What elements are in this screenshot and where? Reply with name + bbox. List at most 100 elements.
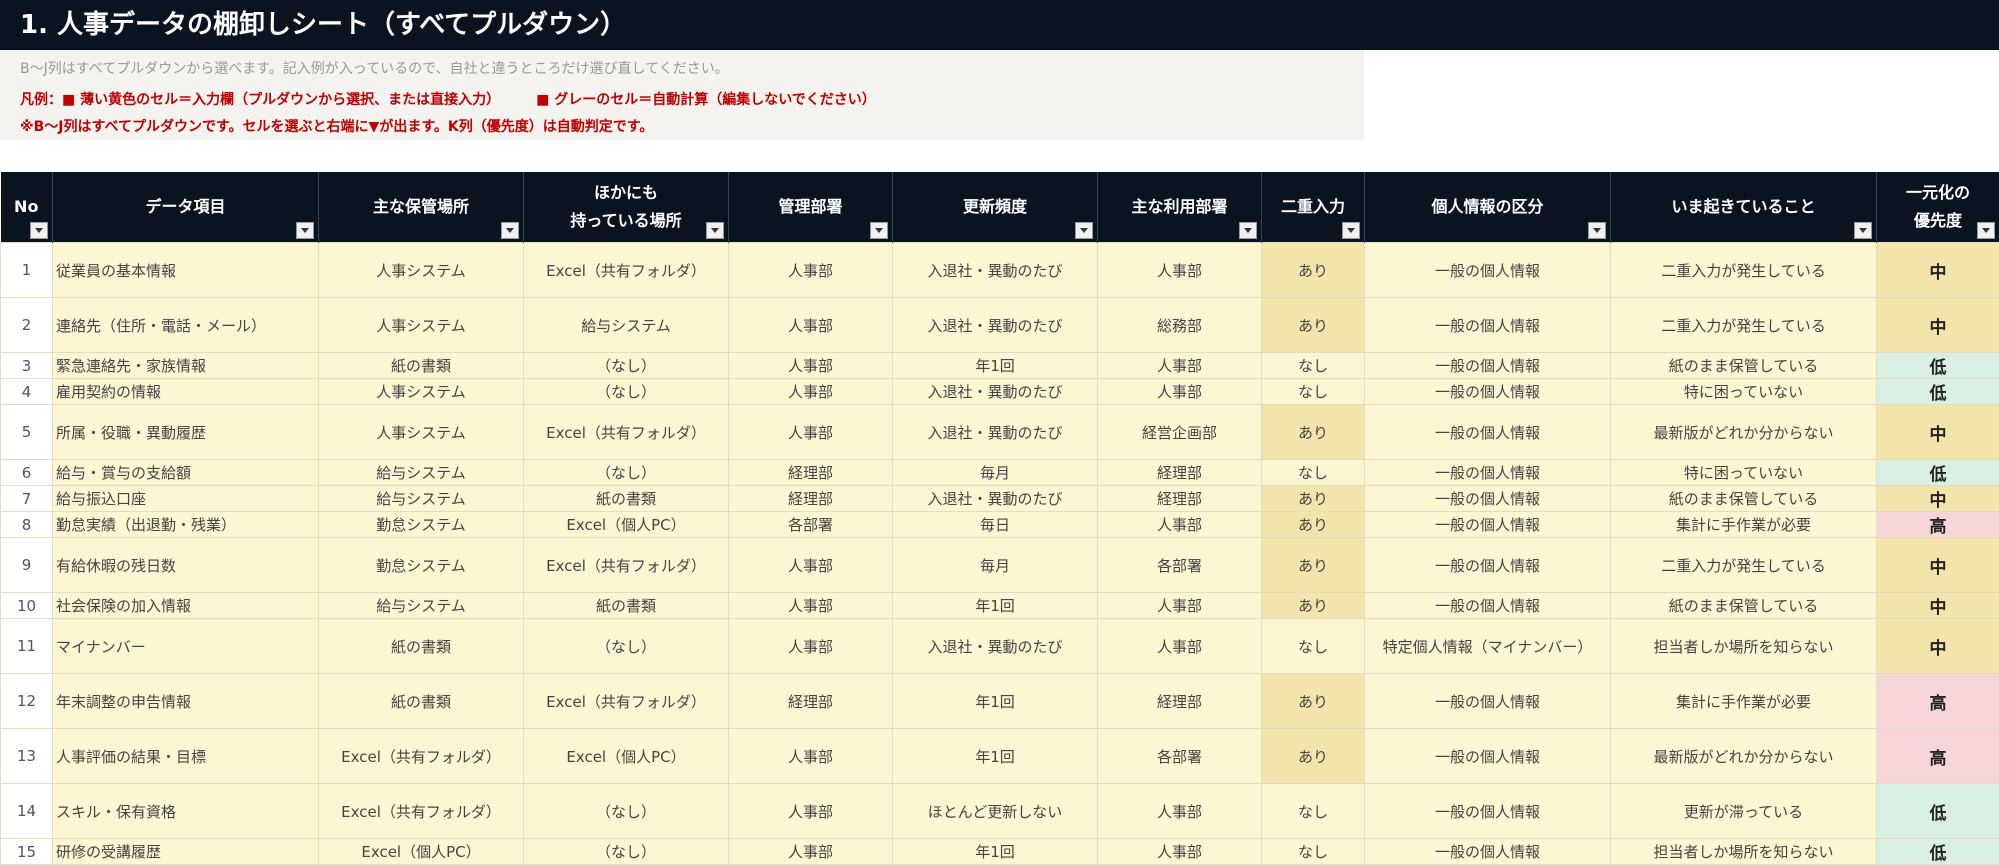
cell-data-item[interactable]: 勤怠実績（出退勤・残業）	[53, 512, 319, 538]
cell-dept[interactable]: 人事部	[729, 538, 893, 593]
cell-storage[interactable]: 紙の書類	[319, 674, 524, 729]
cell-user-dept[interactable]: 人事部	[1098, 619, 1262, 674]
cell-data-item[interactable]: 社会保険の加入情報	[53, 593, 319, 619]
cell-other-location[interactable]: （なし）	[524, 460, 729, 486]
cell-data-item[interactable]: 給与振込口座	[53, 486, 319, 512]
cell-dup[interactable]: なし	[1262, 460, 1365, 486]
filter-dropdown-icon[interactable]	[1977, 222, 1995, 239]
cell-data-item[interactable]: マイナンバー	[53, 619, 319, 674]
cell-issue[interactable]: 紙のまま保管している	[1611, 486, 1877, 512]
cell-dup[interactable]: あり	[1262, 729, 1365, 784]
cell-user-dept[interactable]: 総務部	[1098, 298, 1262, 353]
cell-pii[interactable]: 一般の個人情報	[1365, 405, 1611, 460]
filter-dropdown-icon[interactable]	[501, 222, 519, 239]
cell-other-location[interactable]: Excel（個人PC）	[524, 729, 729, 784]
cell-priority[interactable]: 中	[1877, 405, 1999, 460]
cell-user-dept[interactable]: 経理部	[1098, 674, 1262, 729]
cell-user-dept[interactable]: 人事部	[1098, 839, 1262, 865]
cell-no[interactable]: 6	[1, 460, 53, 486]
cell-issue[interactable]: 更新が滞っている	[1611, 784, 1877, 839]
cell-dept[interactable]: 人事部	[729, 619, 893, 674]
cell-other-location[interactable]: Excel（共有フォルダ）	[524, 243, 729, 298]
cell-data-item[interactable]: 年末調整の申告情報	[53, 674, 319, 729]
cell-priority[interactable]: 中	[1877, 243, 1999, 298]
cell-pii[interactable]: 一般の個人情報	[1365, 298, 1611, 353]
cell-issue[interactable]: 集計に手作業が必要	[1611, 674, 1877, 729]
cell-priority[interactable]: 高	[1877, 512, 1999, 538]
cell-no[interactable]: 15	[1, 839, 53, 865]
cell-storage[interactable]: 人事システム	[319, 298, 524, 353]
cell-storage[interactable]: 紙の書類	[319, 619, 524, 674]
filter-dropdown-icon[interactable]	[706, 222, 724, 239]
cell-priority[interactable]: 高	[1877, 729, 1999, 784]
cell-dup[interactable]: あり	[1262, 486, 1365, 512]
cell-other-location[interactable]: （なし）	[524, 379, 729, 405]
cell-priority[interactable]: 高	[1877, 674, 1999, 729]
cell-priority[interactable]: 中	[1877, 593, 1999, 619]
header-no[interactable]: No	[1, 172, 53, 243]
cell-pii[interactable]: 一般の個人情報	[1365, 593, 1611, 619]
cell-issue[interactable]: 最新版がどれか分からない	[1611, 729, 1877, 784]
header-issue[interactable]: いま起きていること	[1611, 172, 1877, 243]
cell-storage[interactable]: 人事システム	[319, 405, 524, 460]
header-priority[interactable]: 一元化の優先度	[1877, 172, 1999, 243]
cell-user-dept[interactable]: 経営企画部	[1098, 405, 1262, 460]
cell-other-location[interactable]: （なし）	[524, 839, 729, 865]
cell-other-location[interactable]: Excel（共有フォルダ）	[524, 405, 729, 460]
cell-storage[interactable]: Excel（共有フォルダ）	[319, 729, 524, 784]
cell-dept[interactable]: 経理部	[729, 460, 893, 486]
cell-issue[interactable]: 二重入力が発生している	[1611, 243, 1877, 298]
filter-dropdown-icon[interactable]	[1854, 222, 1872, 239]
cell-pii[interactable]: 一般の個人情報	[1365, 729, 1611, 784]
cell-frequency[interactable]: 入退社・異動のたび	[893, 405, 1098, 460]
cell-dup[interactable]: あり	[1262, 674, 1365, 729]
cell-no[interactable]: 4	[1, 379, 53, 405]
cell-frequency[interactable]: 毎月	[893, 460, 1098, 486]
filter-dropdown-icon[interactable]	[870, 222, 888, 239]
cell-pii[interactable]: 一般の個人情報	[1365, 379, 1611, 405]
cell-priority[interactable]: 中	[1877, 538, 1999, 593]
cell-storage[interactable]: Excel（個人PC）	[319, 839, 524, 865]
cell-priority[interactable]: 中	[1877, 298, 1999, 353]
header-user-dept[interactable]: 主な利用部署	[1098, 172, 1262, 243]
cell-frequency[interactable]: 年1回	[893, 839, 1098, 865]
cell-dup[interactable]: なし	[1262, 784, 1365, 839]
header-pii[interactable]: 個人情報の区分	[1365, 172, 1611, 243]
cell-no[interactable]: 10	[1, 593, 53, 619]
filter-dropdown-icon[interactable]	[30, 222, 48, 239]
cell-no[interactable]: 14	[1, 784, 53, 839]
cell-pii[interactable]: 一般の個人情報	[1365, 243, 1611, 298]
cell-issue[interactable]: 二重入力が発生している	[1611, 298, 1877, 353]
cell-user-dept[interactable]: 人事部	[1098, 512, 1262, 538]
cell-frequency[interactable]: 年1回	[893, 674, 1098, 729]
header-data-item[interactable]: データ項目	[53, 172, 319, 243]
cell-no[interactable]: 5	[1, 405, 53, 460]
cell-pii[interactable]: 一般の個人情報	[1365, 460, 1611, 486]
cell-no[interactable]: 2	[1, 298, 53, 353]
cell-frequency[interactable]: ほとんど更新しない	[893, 784, 1098, 839]
cell-no[interactable]: 9	[1, 538, 53, 593]
cell-pii[interactable]: 一般の個人情報	[1365, 512, 1611, 538]
cell-frequency[interactable]: 入退社・異動のたび	[893, 298, 1098, 353]
cell-user-dept[interactable]: 経理部	[1098, 486, 1262, 512]
cell-frequency[interactable]: 入退社・異動のたび	[893, 486, 1098, 512]
cell-pii[interactable]: 一般の個人情報	[1365, 839, 1611, 865]
cell-frequency[interactable]: 入退社・異動のたび	[893, 619, 1098, 674]
cell-dup[interactable]: なし	[1262, 619, 1365, 674]
cell-user-dept[interactable]: 人事部	[1098, 593, 1262, 619]
cell-pii[interactable]: 一般の個人情報	[1365, 674, 1611, 729]
cell-dup[interactable]: なし	[1262, 839, 1365, 865]
cell-dup[interactable]: あり	[1262, 243, 1365, 298]
cell-issue[interactable]: 担当者しか場所を知らない	[1611, 619, 1877, 674]
cell-priority[interactable]: 中	[1877, 486, 1999, 512]
header-dept[interactable]: 管理部署	[729, 172, 893, 243]
cell-frequency[interactable]: 年1回	[893, 729, 1098, 784]
cell-data-item[interactable]: 給与・賞与の支給額	[53, 460, 319, 486]
cell-storage[interactable]: 勤怠システム	[319, 512, 524, 538]
cell-issue[interactable]: 最新版がどれか分からない	[1611, 405, 1877, 460]
cell-user-dept[interactable]: 経理部	[1098, 460, 1262, 486]
cell-data-item[interactable]: 連絡先（住所・電話・メール）	[53, 298, 319, 353]
cell-other-location[interactable]: Excel（個人PC）	[524, 512, 729, 538]
cell-other-location[interactable]: （なし）	[524, 784, 729, 839]
cell-data-item[interactable]: 人事評価の結果・目標	[53, 729, 319, 784]
